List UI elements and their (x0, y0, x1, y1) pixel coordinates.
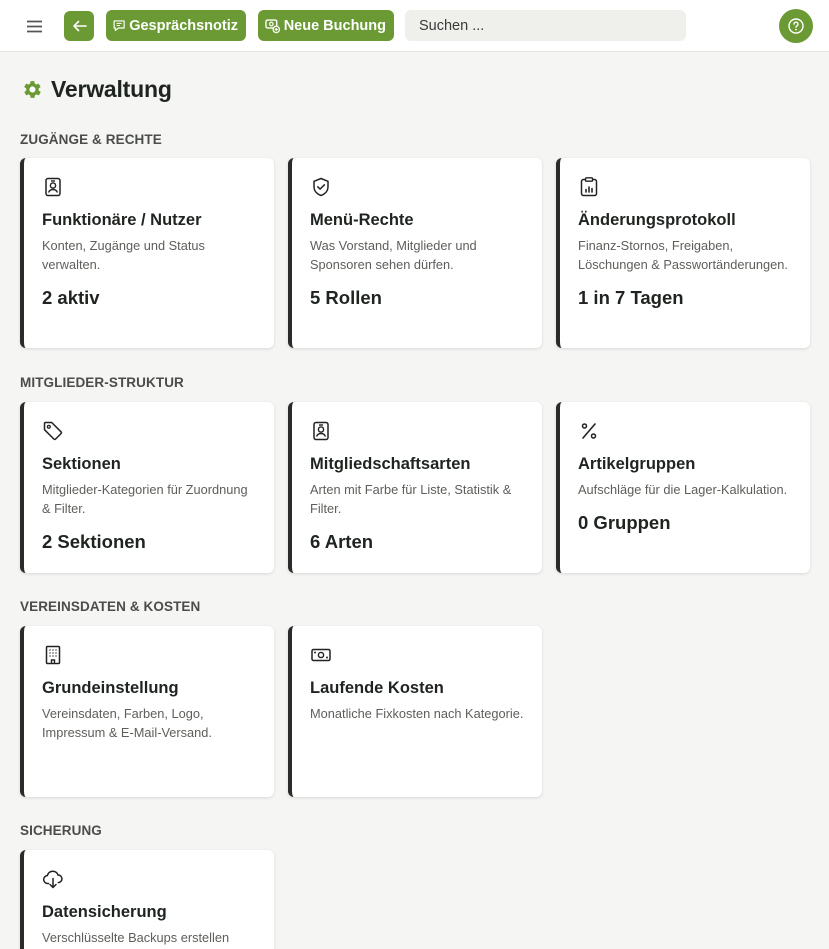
card-title: Grundeinstellung (42, 679, 179, 697)
tag-icon (43, 421, 63, 441)
help-icon (788, 18, 804, 34)
neue-buchung-button[interactable]: Neue Buchung (258, 10, 394, 41)
card-laufende-kosten[interactable]: Laufende Kosten Monatliche Fixkosten nac… (288, 626, 542, 797)
card-title: Laufende Kosten (310, 679, 444, 697)
card-stat: 1 in 7 Tagen (578, 287, 684, 308)
money-plus-icon (265, 19, 281, 34)
card-title: Änderungsprotokoll (578, 211, 736, 229)
section-label-sicherung: SICHERUNG (20, 823, 102, 838)
neue-buchung-label: Neue Buchung (283, 17, 386, 34)
clipboard-chart-icon (580, 177, 598, 197)
card-stat: 5 Rollen (310, 287, 382, 308)
card-artikelgruppen[interactable]: Artikelgruppen Aufschläge für die Lager-… (556, 402, 810, 573)
card-stat: 2 aktiv (42, 287, 100, 308)
card-aenderungsprotokoll[interactable]: Änderungsprotokoll Finanz-Stornos, Freig… (556, 158, 810, 348)
card-title: Mitgliedschaftsarten (310, 455, 471, 473)
search-input[interactable] (405, 10, 686, 41)
section-label-zugaenge: ZUGÄNGE & RECHTE (20, 132, 162, 147)
percent-icon (581, 423, 597, 439)
card-stat: 6 Arten (310, 531, 374, 552)
id-badge-icon (45, 177, 61, 197)
card-description: Monatliche Fixkosten nach Kategorie. (310, 706, 524, 721)
card-title: Sektionen (42, 455, 121, 473)
card-funktionaere-nutzer[interactable]: Funktionäre / Nutzer Konten, Zugänge und… (20, 158, 274, 348)
chat-note-icon (113, 20, 125, 32)
shield-check-icon (313, 177, 329, 197)
banknote-icon (311, 648, 331, 662)
arrow-left-icon (72, 20, 87, 32)
card-title: Funktionäre / Nutzer (42, 211, 202, 229)
card-stat: 0 Gruppen (578, 512, 671, 533)
gear-icon (24, 81, 41, 98)
page-header: Verwaltung (20, 76, 172, 103)
section-label-vereinsdaten-kosten: VEREINSDATEN & KOSTEN (20, 599, 201, 614)
card-stat: 2 Sektionen (42, 531, 146, 552)
card-description: Aufschläge für die Lager-Kalkulation. (578, 482, 788, 497)
gespraechsnotiz-label: Gesprächsnotiz (129, 17, 238, 34)
hamburger-menu-icon[interactable] (22, 15, 46, 37)
card-description: Was Vorstand, Mitglieder und Sponsoren s… (310, 238, 477, 272)
building-icon (45, 645, 61, 665)
cloud-download-icon (42, 870, 63, 889)
id-badge-icon (313, 421, 329, 441)
help-button[interactable] (779, 9, 813, 43)
card-grundeinstellung[interactable]: Grundeinstellung Vereinsdaten, Farben, L… (20, 626, 274, 797)
back-button[interactable] (64, 11, 94, 41)
card-title: Datensicherung (42, 903, 167, 921)
card-menue-rechte[interactable]: Menü-Rechte Was Vorstand, Mitglieder und… (288, 158, 542, 348)
card-description: Vereinsdaten, Farben, Logo, Impressum & … (42, 706, 212, 740)
card-description: Konten, Zugänge und Status verwalten. (42, 238, 205, 272)
card-title: Menü-Rechte (310, 211, 414, 229)
card-description: Arten mit Farbe für Liste, Statistik & F… (310, 482, 512, 516)
section-label-mitglieder-struktur: MITGLIEDER-STRUKTUR (20, 375, 184, 390)
card-description: Verschlüsselte Backups erstellen (42, 930, 230, 945)
page-title: Verwaltung (51, 76, 172, 102)
card-description: Finanz-Stornos, Freigaben, Löschungen & … (578, 238, 788, 272)
card-sektionen[interactable]: Sektionen Mitglieder-Kategorien für Zuor… (20, 402, 274, 573)
top-bar: Gesprächsnotiz Neue Buchung (0, 0, 829, 52)
card-datensicherung[interactable]: Datensicherung Verschlüsselte Backups er… (20, 850, 274, 949)
gespraechsnotiz-button[interactable]: Gesprächsnotiz (106, 10, 246, 41)
card-title: Artikelgruppen (578, 455, 696, 473)
card-mitgliedschaftsarten[interactable]: Mitgliedschaftsarten Arten mit Farbe für… (288, 402, 542, 573)
card-description: Mitglieder-Kategorien für Zuordnung & Fi… (42, 482, 248, 516)
